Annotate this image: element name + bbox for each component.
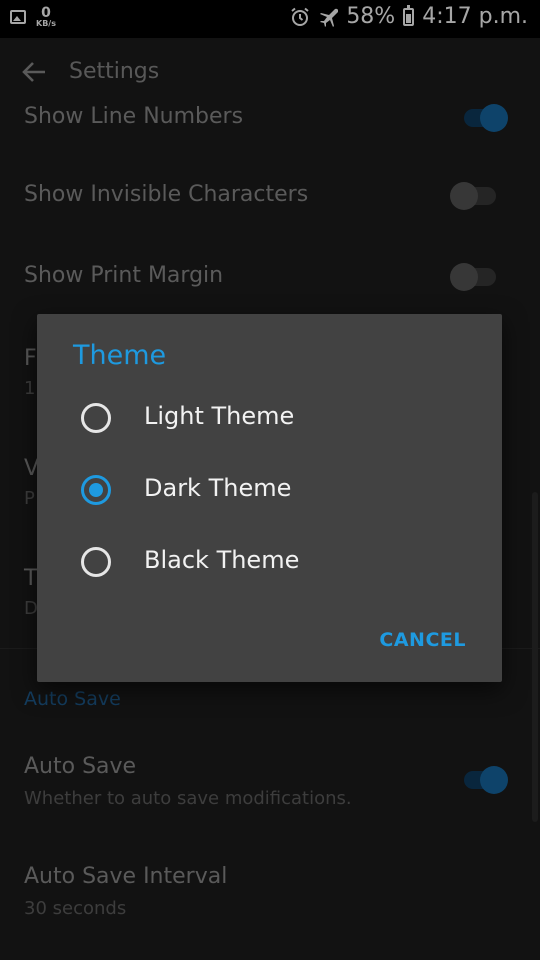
theme-option-dark[interactable]: Dark Theme — [37, 454, 502, 526]
theme-option-black[interactable]: Black Theme — [37, 526, 502, 598]
radio-unchecked-icon[interactable] — [81, 547, 111, 577]
radio-checked-icon[interactable] — [81, 475, 111, 505]
option-label: Dark Theme — [144, 474, 292, 502]
option-label: Light Theme — [144, 402, 295, 430]
cancel-button[interactable]: CANCEL — [379, 629, 466, 651]
option-label: Black Theme — [144, 546, 300, 574]
theme-option-light[interactable]: Light Theme — [37, 382, 502, 454]
radio-unchecked-icon[interactable] — [81, 403, 111, 433]
dialog-title: Theme — [73, 340, 167, 371]
theme-dialog: Theme Light Theme Dark Theme Black Theme… — [37, 314, 502, 682]
